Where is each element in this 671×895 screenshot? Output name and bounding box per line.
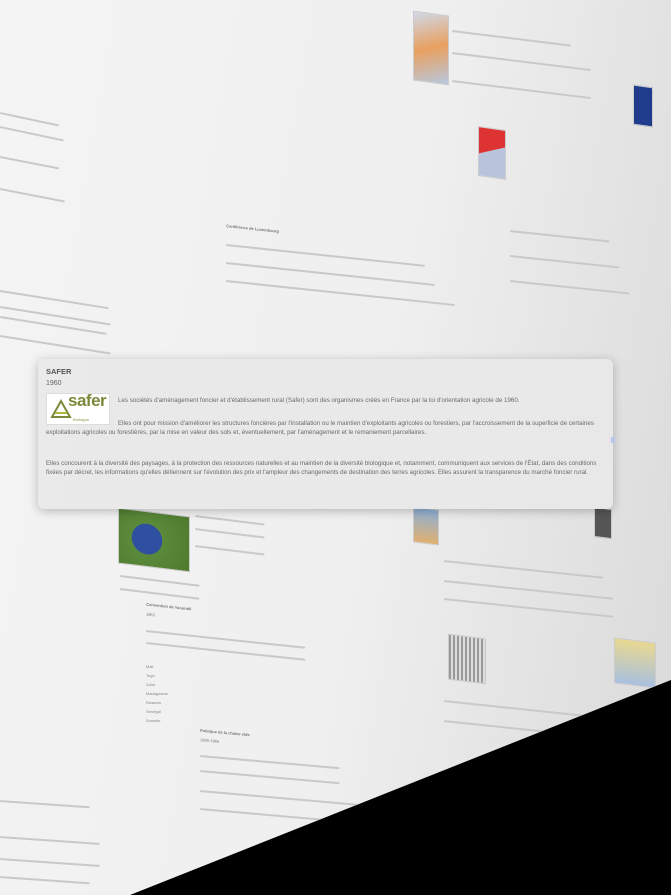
eu-flag-thumbnail — [633, 84, 653, 128]
safer-info-card[interactable]: SAFER 1960 safer Bretagne Les sociétés d… — [38, 359, 615, 509]
text-line — [0, 800, 90, 809]
list-item: Madagascar — [146, 691, 169, 696]
text-line — [194, 545, 265, 556]
europe-map-thumbnail — [413, 10, 449, 86]
text-line — [0, 156, 60, 170]
section-year: 1963 — [145, 611, 156, 618]
card-paragraph: Elles ont pour mission d'améliorer les s… — [46, 420, 594, 436]
text-line — [443, 598, 614, 618]
text-line — [443, 580, 614, 600]
list-item: Sénégal — [146, 709, 161, 714]
text-line — [0, 126, 64, 142]
text-line — [0, 316, 107, 335]
list-item: Rwanda — [146, 700, 161, 705]
text-line — [199, 808, 370, 825]
text-line — [0, 306, 111, 326]
section-year: 1965-1966 — [199, 737, 220, 744]
section-title: Convention de Yaoundé — [145, 601, 192, 612]
text-line — [451, 80, 592, 100]
card-year: 1960 — [46, 380, 62, 387]
list-item: Zaïre — [146, 682, 156, 687]
text-line — [451, 52, 592, 72]
text-line — [443, 700, 624, 721]
card-paragraph: Les sociétés d'aménagement foncier et d'… — [118, 397, 520, 404]
section-title: Politique de la chaise vide — [199, 727, 250, 738]
card-paragraph: Elles concourent à la diversité des pays… — [46, 460, 597, 476]
card-title: SAFER — [46, 367, 72, 376]
text-line — [509, 280, 630, 295]
list-item: Somalie — [146, 718, 161, 723]
text-line — [0, 112, 59, 127]
text-line — [225, 244, 426, 267]
text-line — [0, 876, 90, 885]
text-line — [443, 720, 614, 740]
text-line — [0, 836, 100, 845]
scroll-indicator[interactable] — [611, 437, 615, 443]
text-line — [509, 230, 610, 243]
map-thumbnail — [614, 637, 656, 689]
world-map-thumbnail — [413, 506, 439, 546]
text-line — [0, 335, 111, 355]
text-line — [451, 30, 572, 47]
portrait-thumbnail — [594, 506, 612, 540]
text-line — [194, 515, 265, 526]
map-thumbnail — [478, 126, 506, 180]
text-line — [194, 528, 265, 539]
eu-field-photo — [118, 507, 190, 573]
text-line — [509, 255, 620, 269]
text-line — [0, 188, 65, 203]
text-line — [199, 790, 360, 806]
text-line — [119, 588, 200, 600]
logo-wordmark: safer — [68, 391, 107, 410]
list-item: Togo — [146, 673, 155, 678]
text-line — [0, 290, 109, 310]
building-photo-thumbnail — [448, 633, 486, 685]
text-line — [199, 770, 340, 785]
section-title: Conférence de Luxembourg — [225, 223, 280, 234]
text-line — [0, 858, 100, 867]
text-line — [199, 755, 340, 770]
list-item: Mali — [146, 664, 154, 669]
text-line — [119, 575, 200, 587]
text-line — [443, 560, 604, 579]
